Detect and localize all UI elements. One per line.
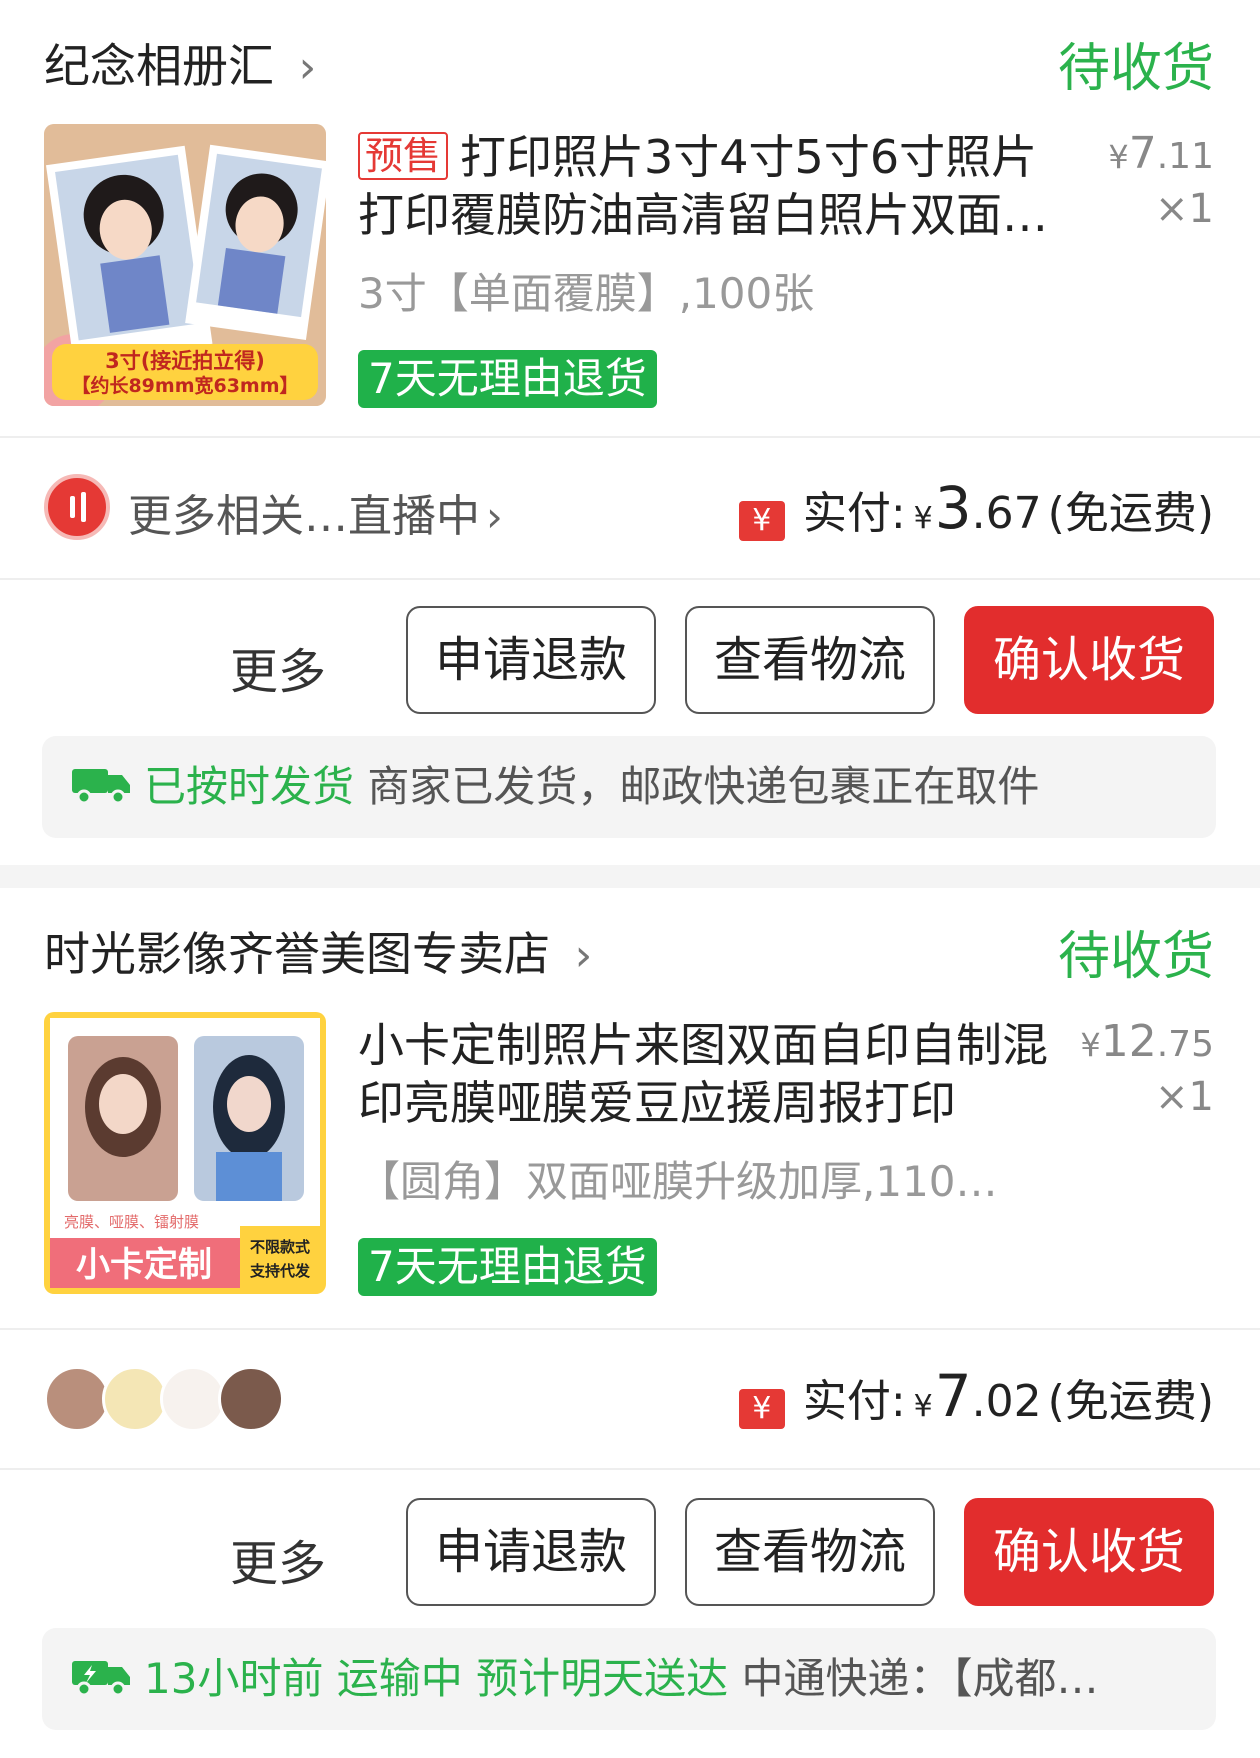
chevron-right-icon: › <box>486 492 503 541</box>
more-button[interactable]: 更多 <box>230 1524 326 1594</box>
confirm-receipt-button[interactable]: 确认收货 <box>964 606 1214 714</box>
product-thumbnail[interactable]: 亮膜、哑膜、镭射膜 小卡定制 不限款式 支持代发 <box>44 1012 326 1294</box>
thumb-caption-1: 3寸(接近拍立得) <box>105 349 265 373</box>
payment-summary: ¥ 实付: ¥ 3 .67 (免运费) <box>738 474 1214 542</box>
price-dec: .11 <box>1156 136 1214 177</box>
price-symbol: ¥ <box>1080 1026 1101 1064</box>
order-card: 时光影像齐誉美图专卖店 › 待收货 亮膜、哑膜、镭射膜 小卡定制 不限款式 支持… <box>0 888 1260 1758</box>
product-spec: 【圆角】双面哑膜升级加厚,110… <box>358 1157 998 1206</box>
price-int: 7 <box>1128 128 1157 179</box>
price-symbol: ¥ <box>1108 138 1129 176</box>
live-promo-text: 更多相关…直播中 <box>128 491 480 542</box>
avatar <box>218 1366 284 1432</box>
payment-dec: .02 <box>971 1376 1042 1427</box>
thumb-headline: 小卡定制 <box>76 1245 212 1285</box>
product-title-link[interactable]: 小卡定制照片来图双面自印自制混印亮膜哑膜爱豆应援周报打印 <box>358 1016 1078 1132</box>
shop-link[interactable]: 纪念相册汇 › <box>44 30 316 96</box>
shipping-note: (免运费) <box>1047 488 1214 539</box>
payment-icon: ¥ <box>738 501 785 541</box>
chevron-right-icon: › <box>574 930 593 981</box>
chevron-right-icon: › <box>298 42 317 93</box>
truck-icon <box>72 1661 130 1697</box>
unit-price: ¥7.11 <box>1108 128 1214 179</box>
live-promo-link[interactable]: 更多相关…直播中 › <box>128 480 503 544</box>
avatar <box>44 1366 110 1432</box>
quantity: ×1 <box>1155 1074 1214 1120</box>
avatar <box>160 1366 226 1432</box>
quantity: ×1 <box>1155 186 1214 232</box>
order-card: 纪念相册汇 › 待收货 3寸(接近拍立得) 【约长89mm宽63mm】 预售 打… <box>0 0 1260 865</box>
live-stream-icon[interactable] <box>44 474 110 540</box>
thumb-side-1: 不限款式 <box>250 1238 310 1256</box>
price-int: 12 <box>1100 1016 1157 1067</box>
thumb-caption-2: 【约长89mm宽63mm】 <box>71 374 298 397</box>
payment-symbol: ¥ <box>913 501 933 536</box>
tracking-status: 已按时发货 <box>144 762 355 811</box>
view-logistics-button[interactable]: 查看物流 <box>685 1498 935 1606</box>
payment-label: 实付: <box>802 488 906 539</box>
payment-int: 3 <box>934 474 972 542</box>
thumb-side-2: 支持代发 <box>249 1262 311 1280</box>
divider <box>0 1468 1260 1470</box>
view-logistics-button[interactable]: 查看物流 <box>685 606 935 714</box>
tracking-detail: 中通快递：【成都… <box>741 1654 1099 1703</box>
shipping-note: (免运费) <box>1047 1376 1214 1427</box>
return-policy-badge: 7天无理由退货 <box>358 1238 657 1296</box>
payment-dec: .67 <box>971 488 1042 539</box>
tracking-status: 13小时前 运输中 预计明天送达 <box>144 1654 729 1703</box>
thumb-film-types: 亮膜、哑膜、镭射膜 <box>64 1213 199 1231</box>
payment-icon: ¥ <box>738 1389 785 1429</box>
shop-name: 纪念相册汇 <box>44 39 274 93</box>
payment-symbol: ¥ <box>913 1389 933 1424</box>
payment-summary: ¥ 实付: ¥ 7 .02 (免运费) <box>738 1362 1214 1430</box>
tracking-info[interactable]: 13小时前 运输中 预计明天送达 中通快递：【成都… <box>42 1628 1216 1730</box>
confirm-receipt-button[interactable]: 确认收货 <box>964 1498 1214 1606</box>
refund-button[interactable]: 申请退款 <box>406 1498 656 1606</box>
product-title: 小卡定制照片来图双面自印自制混印亮膜哑膜爱豆应援周报打印 <box>358 1018 1048 1130</box>
product-title: 打印照片3寸4寸5寸6寸照片打印覆膜防油高清留白照片双面打印 <box>358 130 1048 242</box>
shop-name: 时光影像齐誉美图专卖店 <box>44 927 550 981</box>
tracking-info[interactable]: 已按时发货 商家已发货，邮政快递包裹正在取件 <box>42 736 1216 838</box>
product-thumbnail[interactable]: 3寸(接近拍立得) 【约长89mm宽63mm】 <box>44 124 326 406</box>
product-title-link[interactable]: 预售打印照片3寸4寸5寸6寸照片打印覆膜防油高清留白照片双面打印 <box>358 128 1078 244</box>
payment-label: 实付: <box>802 1376 906 1427</box>
price-dec: .75 <box>1156 1024 1214 1065</box>
presale-tag: 预售 <box>358 132 449 180</box>
avatar <box>102 1366 168 1432</box>
divider <box>0 436 1260 438</box>
unit-price: ¥12.75 <box>1080 1016 1214 1067</box>
divider <box>0 578 1260 580</box>
payment-int: 7 <box>934 1362 972 1430</box>
tracking-detail: 商家已发货，邮政快递包裹正在取件 <box>367 762 1040 811</box>
divider <box>0 1328 1260 1330</box>
shop-link[interactable]: 时光影像齐誉美图专卖店 › <box>44 918 592 984</box>
order-status: 待收货 <box>1057 927 1214 987</box>
more-button[interactable]: 更多 <box>230 632 326 702</box>
return-policy-badge: 7天无理由退货 <box>358 350 657 408</box>
refund-button[interactable]: 申请退款 <box>406 606 656 714</box>
product-spec: 3寸【单面覆膜】,100张 <box>358 269 815 318</box>
order-status: 待收货 <box>1057 39 1214 99</box>
truck-icon <box>72 769 130 805</box>
